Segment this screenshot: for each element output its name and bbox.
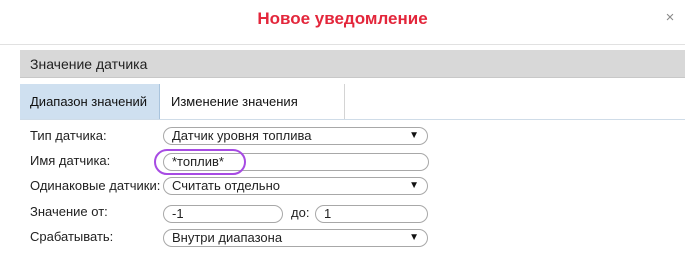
value-from-input[interactable]: -1 xyxy=(163,205,283,223)
trigger-value: Внутри диапазона xyxy=(172,230,283,245)
close-icon[interactable]: × xyxy=(663,10,677,25)
trigger-select[interactable]: Внутри диапазона ▼ xyxy=(163,229,428,247)
tab-value-change[interactable]: Изменение значения xyxy=(161,84,345,119)
chevron-down-icon: ▼ xyxy=(409,130,419,141)
same-sensors-select[interactable]: Считать отдельно ▼ xyxy=(163,177,428,195)
value-to-label: до: xyxy=(291,205,310,220)
tab-value-range[interactable]: Диапазон значений xyxy=(20,84,160,119)
highlight-ring xyxy=(154,149,246,175)
chevron-down-icon: ▼ xyxy=(409,180,419,191)
sensor-name-label: Имя датчика: xyxy=(30,153,111,168)
sensor-type-label: Тип датчика: xyxy=(30,128,107,143)
trigger-label: Срабатывать: xyxy=(30,229,114,244)
sensor-type-select[interactable]: Датчик уровня топлива ▼ xyxy=(163,127,428,145)
value-from-label: Значение от: xyxy=(30,204,108,219)
same-sensors-value: Считать отдельно xyxy=(172,178,280,193)
title-divider xyxy=(0,44,685,45)
dialog-title: Новое уведомление xyxy=(257,9,428,28)
value-from-value: -1 xyxy=(172,206,184,221)
value-to-value: 1 xyxy=(324,206,332,221)
section-header: Значение датчика xyxy=(20,50,685,78)
sensor-type-value: Датчик уровня топлива xyxy=(172,128,312,143)
tab-bar: Диапазон значений Изменение значения xyxy=(20,84,685,120)
value-to-input[interactable]: 1 xyxy=(315,205,428,223)
chevron-down-icon: ▼ xyxy=(409,232,419,243)
same-sensors-label: Одинаковые датчики: xyxy=(30,178,161,193)
